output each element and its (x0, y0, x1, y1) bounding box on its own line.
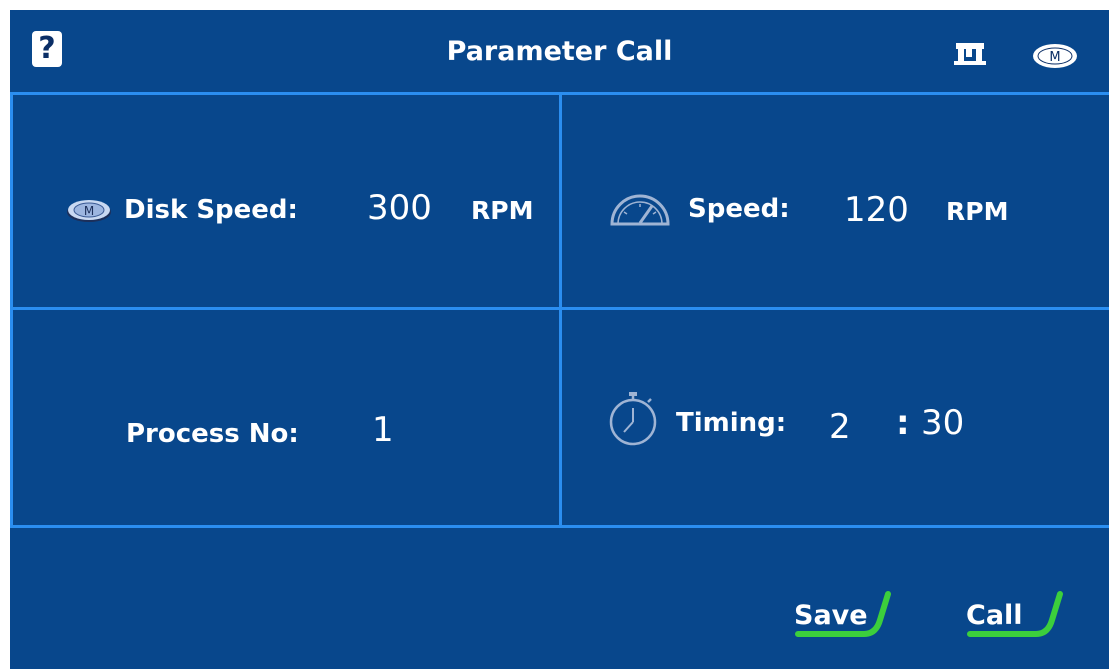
timing-separator: : (896, 403, 910, 443)
speed-unit: RPM (946, 197, 1009, 226)
disk-speed-unit: RPM (471, 196, 534, 225)
header-bar: ? Parameter Call M (10, 10, 1109, 94)
motor-icon[interactable]: M (1032, 43, 1078, 69)
save-button-swoosh (795, 591, 891, 637)
speedometer-icon (608, 192, 672, 228)
divider (559, 92, 562, 528)
process-no-label: Process No: (126, 419, 299, 449)
call-button-swoosh (967, 591, 1063, 637)
page-title: Parameter Call (446, 36, 673, 67)
timing-seconds[interactable]: 30 (921, 403, 964, 443)
svg-text:M: M (1049, 50, 1060, 65)
process-no-value[interactable]: 1 (372, 410, 394, 450)
divider (10, 92, 13, 528)
machine-icon[interactable] (954, 41, 986, 67)
timing-label: Timing: (676, 408, 787, 438)
speed-value[interactable]: 120 (844, 190, 909, 230)
svg-text:M: M (84, 204, 94, 218)
motor-icon: M (66, 198, 112, 224)
speed-label: Speed: (688, 194, 790, 224)
disk-speed-value[interactable]: 300 (367, 188, 432, 228)
call-button[interactable]: Call (966, 590, 1076, 660)
save-button[interactable]: Save (794, 590, 904, 660)
stopwatch-icon (606, 390, 660, 446)
timing-minutes[interactable]: 2 (829, 407, 851, 447)
screen: ? Parameter Call M M Disk Speed: 300 RPM… (10, 10, 1109, 669)
disk-speed-label: Disk Speed: (124, 195, 298, 225)
